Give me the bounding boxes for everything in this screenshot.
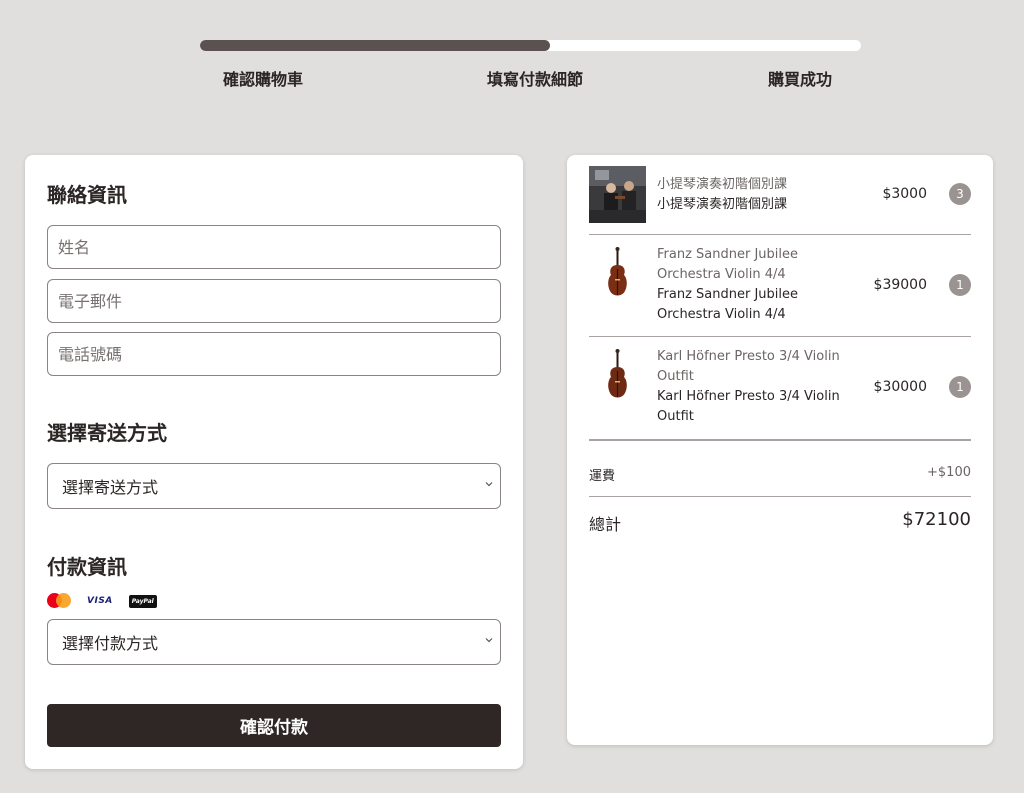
order-summary-card: 小提琴演奏初階個別課 小提琴演奏初階個別課 $3000 3 Franz Sand… — [567, 155, 993, 745]
cart-item: 小提琴演奏初階個別課 小提琴演奏初階個別課 $3000 3 — [589, 166, 971, 223]
quantity-badge: 1 — [949, 376, 971, 398]
divider — [589, 439, 971, 441]
checkout-form-card: 聯絡資訊 選擇寄送方式 選擇寄送方式 付款資訊 VISA PayPal 選擇付款… — [25, 155, 523, 769]
cart-item: Franz Sandner Jubilee Orchestra Violin 4… — [589, 245, 971, 325]
total-label: 總計 — [589, 515, 622, 534]
divider — [589, 496, 971, 497]
violin-icon — [589, 347, 646, 404]
progress-fill — [200, 40, 551, 51]
email-input[interactable] — [47, 279, 501, 323]
cart-item-name: Karl Höfner Presto 3/4 Violin Outfit — [657, 389, 840, 424]
contact-section-title: 聯絡資訊 — [47, 183, 127, 207]
phone-input[interactable] — [47, 332, 501, 376]
cart-item-price: $39000 — [873, 277, 927, 293]
cart-item-price: $3000 — [882, 186, 927, 202]
quantity-badge: 3 — [949, 183, 971, 205]
payment-section-title: 付款資訊 — [47, 555, 127, 579]
cart-item-title: 小提琴演奏初階個別課 — [657, 177, 788, 192]
divider — [589, 234, 971, 235]
shipping-fee-label: 運費 — [589, 469, 616, 484]
chevron-down-icon — [485, 638, 493, 643]
step-purchase-success: 購買成功 — [768, 70, 833, 89]
payment-icons: VISA PayPal — [47, 593, 157, 609]
divider — [589, 336, 971, 337]
payment-select-value: 選擇付款方式 — [62, 634, 159, 653]
cart-item: Karl Höfner Presto 3/4 Violin Outfit Kar… — [589, 347, 971, 427]
step-payment-details: 填寫付款細節 — [487, 70, 584, 89]
step-confirm-cart: 確認購物車 — [223, 70, 304, 89]
visa-icon: VISA — [87, 596, 113, 606]
cart-item-name: Franz Sandner Jubilee Orchestra Violin 4… — [657, 287, 799, 322]
total-value: $72100 — [902, 509, 971, 530]
shipping-select-value: 選擇寄送方式 — [62, 478, 159, 497]
violin-icon — [589, 245, 646, 302]
cart-item-title: Karl Höfner Presto 3/4 Violin Outfit — [657, 349, 840, 384]
cart-item-name: 小提琴演奏初階個別課 — [657, 197, 788, 212]
shipping-section-title: 選擇寄送方式 — [47, 421, 167, 445]
mastercard-icon — [47, 593, 71, 609]
lesson-photo — [589, 166, 646, 223]
shipping-fee-value: +$100 — [927, 465, 971, 480]
progress-bar — [200, 40, 861, 51]
paypal-icon: PayPal — [128, 594, 157, 608]
payment-method-select[interactable]: 選擇付款方式 — [47, 619, 501, 665]
cart-item-price: $30000 — [873, 379, 927, 395]
quantity-badge: 1 — [949, 274, 971, 296]
confirm-payment-button[interactable]: 確認付款 — [47, 704, 501, 747]
chevron-down-icon — [485, 482, 493, 487]
shipping-method-select[interactable]: 選擇寄送方式 — [47, 463, 501, 509]
name-input[interactable] — [47, 225, 501, 269]
cart-item-title: Franz Sandner Jubilee Orchestra Violin 4… — [657, 247, 799, 282]
